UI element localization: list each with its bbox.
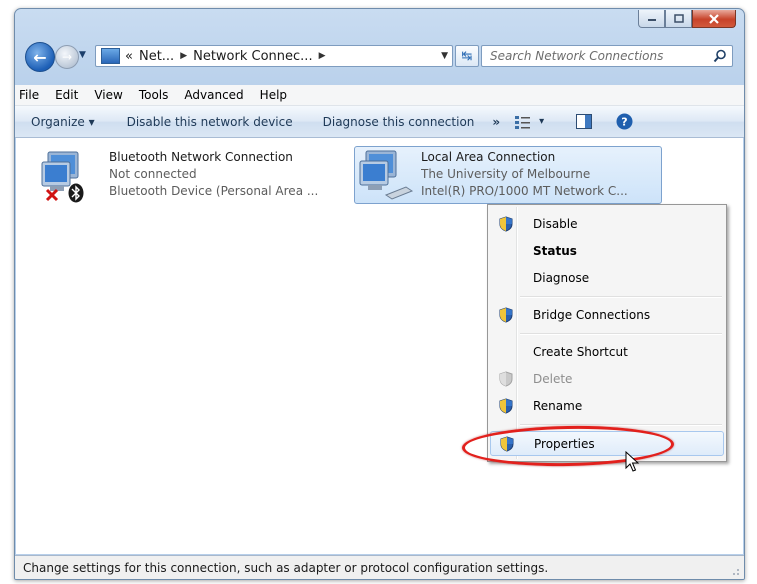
view-details-icon — [515, 115, 531, 129]
uac-shield-icon — [499, 371, 513, 387]
menu-item-diagnose[interactable]: Diagnose — [490, 267, 724, 289]
refresh-icon: ↹ — [461, 48, 473, 64]
menu-item-label: Create Shortcut — [533, 345, 628, 359]
disconnected-x-icon — [45, 188, 59, 202]
menu-item-label: Disable — [533, 217, 578, 231]
menu-item-label: Status — [533, 244, 577, 258]
menu-tools[interactable]: Tools — [131, 88, 177, 102]
maximize-button[interactable] — [665, 10, 692, 28]
close-icon — [709, 13, 719, 24]
search-icon[interactable] — [713, 49, 727, 63]
preview-pane-button[interactable] — [567, 114, 601, 129]
context-menu: Disable Status Diagnose Bridge Connectio… — [487, 204, 727, 462]
forward-arrow-icon: → — [61, 50, 73, 64]
search-box[interactable] — [481, 45, 733, 67]
address-bar[interactable]: « Net... ▶ Network Connec... ▶ ▼ — [95, 45, 453, 67]
uac-shield-icon — [499, 307, 513, 323]
help-icon: ? — [616, 113, 633, 130]
svg-text:?: ? — [622, 116, 628, 129]
mouse-pointer-icon — [625, 451, 640, 472]
menu-advanced[interactable]: Advanced — [176, 88, 251, 102]
menu-item-status[interactable]: Status — [490, 240, 724, 262]
menu-item-bridge-connections[interactable]: Bridge Connections — [490, 304, 724, 326]
bluetooth-icon — [68, 183, 84, 203]
connection-name: Bluetooth Network Connection — [109, 150, 293, 164]
back-button[interactable]: ← — [25, 42, 55, 72]
caption-buttons — [638, 10, 736, 28]
menu-item-rename[interactable]: Rename — [490, 395, 724, 417]
connection-device: Bluetooth Device (Personal Area ... — [109, 184, 319, 198]
menu-item-label: Diagnose — [533, 271, 590, 285]
resize-grip-icon[interactable] — [730, 566, 740, 576]
menu-separator — [520, 296, 722, 298]
uac-shield-icon — [499, 398, 513, 414]
connection-name: Local Area Connection — [421, 150, 556, 164]
menu-item-disable[interactable]: Disable — [490, 213, 724, 235]
disable-device-button[interactable]: Disable this network device — [118, 115, 302, 129]
breadcrumb-item-network[interactable]: Net... — [139, 49, 174, 64]
status-bar: Change settings for this connection, suc… — [15, 555, 744, 579]
help-button[interactable]: ? — [607, 113, 642, 130]
minimize-button[interactable] — [638, 10, 665, 28]
menu-edit[interactable]: Edit — [47, 88, 86, 102]
change-view-button[interactable]: ▾ — [509, 115, 553, 129]
menu-bar: File Edit View Tools Advanced Help — [15, 85, 744, 106]
diagnose-connection-button[interactable]: Diagnose this connection — [314, 115, 484, 129]
more-commands-button[interactable]: » — [483, 115, 509, 129]
menu-item-label: Rename — [533, 399, 583, 413]
refresh-button[interactable]: ↹ — [455, 45, 479, 67]
navigation-bar: ← → ▼ « Net... ▶ Network Connec... ▶ ▼ ↹ — [15, 40, 744, 72]
connection-status: Not connected — [109, 167, 197, 181]
forward-button[interactable]: → — [55, 45, 79, 69]
search-input[interactable] — [488, 48, 702, 64]
menu-separator — [520, 333, 722, 335]
status-text: Change settings for this connection, suc… — [23, 560, 549, 575]
address-dropdown-icon[interactable]: ▼ — [441, 51, 448, 61]
menu-item-delete: Delete — [490, 368, 724, 390]
recent-pages-dropdown[interactable]: ▼ — [79, 50, 86, 60]
connection-device: Intel(R) PRO/1000 MT Network C... — [421, 184, 628, 198]
back-arrow-icon: ← — [33, 47, 47, 67]
menu-view[interactable]: View — [86, 88, 130, 102]
command-bar: Organize ▾ Disable this network device D… — [15, 106, 744, 138]
breadcrumb-chevron-icon[interactable]: ▶ — [180, 51, 187, 61]
connection-item-bluetooth[interactable]: Bluetooth Network Connection Not connect… — [40, 148, 340, 203]
uac-shield-icon — [499, 216, 513, 232]
network-adapter-icon — [359, 150, 414, 200]
maximize-icon — [673, 14, 684, 23]
menu-item-label: Delete — [533, 372, 573, 386]
connection-status: The University of Melbourne — [421, 167, 591, 181]
connection-item-local-area[interactable]: Local Area Connection The University of … — [354, 146, 662, 204]
network-folder-icon — [101, 48, 120, 64]
menu-help[interactable]: Help — [252, 88, 295, 102]
view-dropdown-icon[interactable]: ▾ — [539, 116, 544, 127]
preview-pane-icon — [576, 114, 593, 129]
breadcrumb-item-network-connections[interactable]: Network Connec... — [193, 49, 312, 64]
close-button[interactable] — [692, 10, 736, 28]
organize-button[interactable]: Organize ▾ — [15, 115, 104, 129]
menu-item-create-shortcut[interactable]: Create Shortcut — [490, 341, 724, 363]
breadcrumb-chevron-icon[interactable]: ▶ — [319, 51, 326, 61]
menu-item-label: Bridge Connections — [533, 308, 651, 322]
menu-file[interactable]: File — [15, 88, 47, 102]
minimize-icon — [647, 18, 656, 21]
breadcrumb-overflow[interactable]: « — [125, 49, 133, 64]
